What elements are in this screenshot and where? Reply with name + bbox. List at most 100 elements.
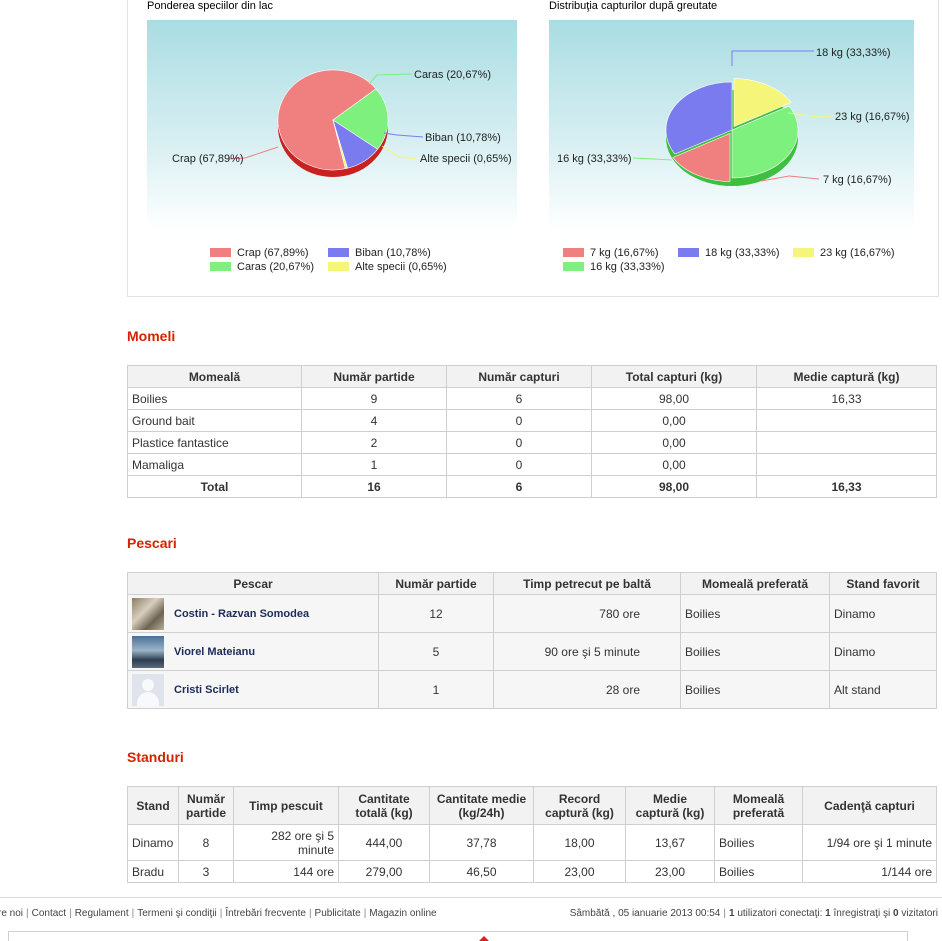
label-18kg: 18 kg (33,33%) <box>816 47 891 59</box>
momeli-table: Momeală Număr partide Număr capturi Tota… <box>127 365 937 498</box>
col-medie-captura: Medie captură (kg) <box>625 786 715 825</box>
default-avatar-icon[interactable] <box>132 673 164 706</box>
cell-record: 18,00 <box>533 824 626 861</box>
footer-link-despre[interactable]: re noi <box>0 908 23 919</box>
legend-label-7kg: 7 kg (16,67%) <box>590 247 659 259</box>
cell-cantitate-medie: 37,78 <box>429 824 534 861</box>
footer-date: Sâmbătă , 05 ianuarie 2013 00:54 <box>569 908 721 919</box>
col-pescar: Pescar <box>127 572 379 595</box>
cell-momeala: Boilies <box>680 670 830 709</box>
cell-capturi: 0 <box>446 431 592 454</box>
registered-count: 1 <box>825 908 831 919</box>
label-7kg: 7 kg (16,67%) <box>823 174 891 186</box>
table-row: Bradu 3 144 ore 279,00 46,50 23,00 23,00… <box>127 860 937 883</box>
legend-item-7kg: 7 kg (16,67%) <box>563 246 658 260</box>
swatch-alte <box>328 262 349 271</box>
legend-item-16kg: 16 kg (33,33%) <box>563 260 665 274</box>
label-caras: Caras (20,67%) <box>414 69 491 81</box>
cell-bait: Plastice fantastice <box>127 431 302 454</box>
standuri-table: Stand Număr partide Timp pescuit Cantita… <box>127 786 937 883</box>
visitors-text: vizitatori <box>901 908 938 919</box>
registered-text: înregistraţi şi <box>833 908 891 919</box>
cell-cantitate-medie: 46,50 <box>429 860 534 883</box>
col-numar-capturi: Număr capturi <box>446 365 592 388</box>
cell-total-capturi: 6 <box>446 475 592 498</box>
species-chart-panel: Ponderea speciilor din lac Crap (67,89%)… <box>147 0 547 291</box>
angler-link[interactable]: Cristi Scirlet <box>174 684 239 696</box>
legend-label-biban: Biban (10,78%) <box>355 247 431 259</box>
visitors-count: 0 <box>892 908 899 919</box>
col-momeala-preferata: Momeală preferată <box>714 786 803 825</box>
footer-link-termeni[interactable]: Termeni şi condiţii <box>137 908 216 919</box>
col-stand: Stand <box>127 786 179 825</box>
legend-label-16kg: 16 kg (33,33%) <box>590 261 665 273</box>
users-count: 1 <box>728 908 735 919</box>
col-momeala-preferata: Momeală preferată <box>680 572 830 595</box>
footer-link-intrebari[interactable]: Întrebări frecvente <box>225 908 306 919</box>
footer-link-regulament[interactable]: Regulament <box>75 908 129 919</box>
weight-pie-chart: 18 kg (33,33%) 23 kg (16,67%) 7 kg (16,6… <box>549 20 914 230</box>
cell-bait: Boilies <box>127 387 302 410</box>
cell-cantitate-totala: 279,00 <box>338 860 430 883</box>
col-stand-favorit: Stand favorit <box>829 572 937 595</box>
swatch-23kg <box>793 248 814 257</box>
col-numar-partide: Număr partide <box>178 786 234 825</box>
cell-cantitate-totala: 444,00 <box>338 824 430 861</box>
swatch-16kg <box>563 262 584 271</box>
legend-label-18kg: 18 kg (33,33%) <box>705 247 780 259</box>
cell-medie <box>756 409 937 432</box>
momeli-heading: Momeli <box>127 328 176 344</box>
scroll-up-arrow-icon[interactable] <box>479 936 489 941</box>
footer-link-publicitate[interactable]: Publicitate <box>315 908 361 919</box>
angler-link[interactable]: Viorel Mateianu <box>174 646 255 658</box>
cell-capturi: 6 <box>446 387 592 410</box>
col-medie-captura: Medie captură (kg) <box>756 365 937 388</box>
col-cantitate-totala: Cantitate totală (kg) <box>338 786 430 825</box>
cell-cadenta: 1/94 ore şi 1 minute <box>802 824 937 861</box>
users-text: utilizatori conectaţi: <box>737 908 823 919</box>
cell-partide: 5 <box>378 632 494 671</box>
cell-medie: 23,00 <box>625 860 715 883</box>
swatch-crap <box>210 248 231 257</box>
cell-capturi: 0 <box>446 409 592 432</box>
swatch-18kg <box>678 248 699 257</box>
cell-total-kg: 98,00 <box>591 475 757 498</box>
col-numar-partide: Număr partide <box>378 572 494 595</box>
cell-medie <box>756 453 937 476</box>
leader-caras <box>368 73 413 85</box>
cell-total-medie: 16,33 <box>756 475 937 498</box>
legend-label-alte: Alte specii (0,65%) <box>355 261 447 273</box>
cell-total: 98,00 <box>591 387 757 410</box>
cell-total: 0,00 <box>591 431 757 454</box>
weight-chart-panel: Distribuţia capturilor după greutate 18 … <box>549 0 919 291</box>
avatar[interactable] <box>132 597 164 630</box>
legend-label-caras: Caras (20,67%) <box>237 261 315 273</box>
cell-timp: 90 ore şi 5 minute <box>493 632 681 671</box>
species-chart-title: Ponderea speciilor din lac <box>147 0 273 12</box>
avatar[interactable] <box>132 635 164 668</box>
footer-status: Sâmbătă , 05 ianuarie 2013 00:54 | 1 utili… <box>569 908 938 919</box>
cell-medie: 13,67 <box>625 824 715 861</box>
swatch-caras <box>210 262 231 271</box>
cell-pescar: Cristi Scirlet <box>127 670 379 709</box>
legend-item-caras: Caras (20,67%) <box>210 260 314 274</box>
footer-link-magazin[interactable]: Magazin online <box>369 908 436 919</box>
label-alte-specii: Alte specii (0,65%) <box>420 153 512 165</box>
label-crap: Crap (67,89%) <box>172 153 244 165</box>
col-cantitate-medie: Cantitate medie (kg/24h) <box>429 786 534 825</box>
angler-link[interactable]: Costin - Razvan Somodea <box>174 608 309 620</box>
cell-momeala: Boilies <box>714 824 803 861</box>
legend-item-crap: Crap (67,89%) <box>210 246 309 260</box>
cell-partide: 1 <box>378 670 494 709</box>
leader-biban <box>383 132 424 138</box>
table-row: Viorel Mateianu 5 90 ore şi 5 minute Boi… <box>127 632 937 671</box>
cell-partide: 2 <box>301 431 447 454</box>
cell-capturi: 0 <box>446 453 592 476</box>
legend-label-crap: Crap (67,89%) <box>237 247 309 259</box>
cell-bait: Mamaliga <box>127 453 302 476</box>
table-row: Dinamo 8 282 ore şi 5 minute 444,00 37,7… <box>127 824 937 861</box>
cell-partide: 8 <box>178 824 234 861</box>
cell-stand: Alt stand <box>829 670 937 709</box>
footer-link-contact[interactable]: Contact <box>32 908 66 919</box>
cell-partide: 9 <box>301 387 447 410</box>
